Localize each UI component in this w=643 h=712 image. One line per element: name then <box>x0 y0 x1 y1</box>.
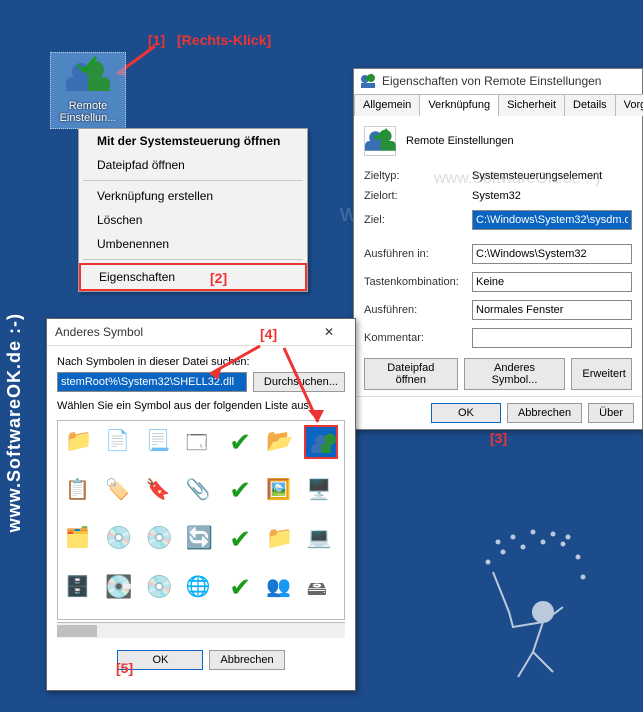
remote-settings-icon <box>364 126 396 156</box>
decorative-figure <box>413 522 613 692</box>
annotation-1: [1] [Rechts-Klick] <box>140 32 271 48</box>
properties-titlebar[interactable]: Eigenschaften von Remote Einstellungen <box>354 69 642 93</box>
ctx-properties[interactable]: Eigenschaften <box>79 263 307 291</box>
ctx-rename[interactable]: Umbenennen <box>79 232 307 256</box>
check-icon[interactable]: ✔ <box>223 425 257 459</box>
remote-settings-icon <box>66 57 110 97</box>
button-open-file-location[interactable]: Dateipfad öffnen <box>364 358 458 390</box>
input-comment[interactable] <box>472 328 632 348</box>
close-button[interactable]: ✕ <box>311 325 347 339</box>
check-icon[interactable]: ✔ <box>223 522 257 556</box>
annotation-5: [5] <box>116 660 133 676</box>
computer-icon[interactable]: 💻 <box>304 522 338 556</box>
tag-icon[interactable]: 🏷️ <box>102 474 136 508</box>
page-icon[interactable]: 📃 <box>143 425 177 459</box>
annotation-1-text: [Rechts-Klick] <box>177 32 271 48</box>
label-start-in: Ausführen in: <box>364 248 472 260</box>
drive-icon[interactable]: 🖴 <box>304 571 338 605</box>
annotation-1-num: [1] <box>148 32 165 48</box>
generic-icon[interactable]: 🗂️ <box>62 522 96 556</box>
label-hotkey: Tastenkombination: <box>364 276 472 288</box>
watermark-side: www.SoftwareOK.de :-) <box>4 313 25 532</box>
desktop-shortcut-icon[interactable]: Remote Einstellun... <box>50 52 126 129</box>
folder-icon[interactable]: 📁 <box>62 425 96 459</box>
input-icon-file-path[interactable] <box>57 372 247 392</box>
ctx-delete[interactable]: Löschen <box>79 208 307 232</box>
icon-grid[interactable]: 📁 📄 📃 🗔 ✔ 📂 📋 🏷️ 🔖 📎 ✔ 🖼️ 🖥️ 🗂️ 💿 💿 🔄 ✔ … <box>57 420 345 620</box>
ctx-separator-2 <box>83 259 303 260</box>
button-change-icon[interactable]: Anderes Symbol... <box>464 358 566 390</box>
disc-dark-icon[interactable]: 💽 <box>102 571 136 605</box>
button-apply[interactable]: Über <box>588 403 634 423</box>
label-target-type: Zieltyp: <box>364 170 472 182</box>
input-target[interactable] <box>472 210 632 230</box>
desktop-icon-label: Remote Einstellun... <box>53 100 123 124</box>
select-run[interactable] <box>472 300 632 320</box>
folder-add-icon[interactable]: 📁 <box>263 522 297 556</box>
disc-icon[interactable]: 💿 <box>143 571 177 605</box>
tag-icon[interactable]: 🔖 <box>143 474 177 508</box>
value-target-location: System32 <box>472 190 632 202</box>
refresh-icon[interactable]: 🔄 <box>183 522 217 556</box>
ctx-separator <box>83 180 303 181</box>
change-icon-dialog: Anderes Symbol ✕ Nach Symbolen in dieser… <box>46 318 356 691</box>
annotation-3: [3] <box>490 430 507 446</box>
ctx-open-file-location[interactable]: Dateipfad öffnen <box>79 153 307 177</box>
label-target: Ziel: <box>364 214 472 226</box>
properties-dialog: Eigenschaften von Remote Einstellungen A… <box>353 68 643 430</box>
check-icon[interactable]: ✔ <box>223 474 257 508</box>
button-ok[interactable]: OK <box>431 403 501 423</box>
properties-title: Eigenschaften von Remote Einstellungen <box>382 74 601 88</box>
check-icon[interactable]: ✔ <box>223 571 257 605</box>
monitor-icon[interactable]: 🖥️ <box>304 474 338 508</box>
generic-icon[interactable]: 📋 <box>62 474 96 508</box>
tab-security[interactable]: Sicherheit <box>498 94 565 116</box>
label-search-in-file: Nach Symbolen in dieser Datei suchen: <box>57 356 345 368</box>
properties-tabs: Allgemein Verknüpfung Sicherheit Details… <box>354 93 642 116</box>
button-cancel[interactable]: Abbrechen <box>209 650 284 670</box>
tab-general[interactable]: Allgemein <box>354 94 420 116</box>
tab-previous-versions[interactable]: Vorgängerver <box>615 94 643 116</box>
document-icon[interactable]: 📄 <box>102 425 136 459</box>
value-target-type: Systemsteuerungselement <box>472 170 632 182</box>
properties-header-name: Remote Einstellungen <box>406 135 514 147</box>
window-icon[interactable]: 🗔 <box>183 425 217 459</box>
context-menu: Mit der Systemsteuerung öffnen Dateipfad… <box>78 128 308 292</box>
tab-shortcut[interactable]: Verknüpfung <box>419 94 499 116</box>
folder-open-icon[interactable]: 📂 <box>263 425 297 459</box>
label-comment: Kommentar: <box>364 332 472 344</box>
label-choose-icon: Wählen Sie ein Symbol aus der folgenden … <box>57 400 345 412</box>
remote-settings-icon <box>360 73 376 89</box>
people-icon[interactable] <box>304 425 338 459</box>
generic-icon[interactable]: 🗄️ <box>62 571 96 605</box>
globe-icon[interactable]: 🌐 <box>183 571 217 605</box>
annotation-2: [2] <box>210 270 227 286</box>
icon-grid-scrollbar[interactable] <box>57 622 345 638</box>
button-browse[interactable]: Durchsuchen... <box>253 372 345 392</box>
input-start-in[interactable] <box>472 244 632 264</box>
users-icon[interactable]: 👥 <box>263 571 297 605</box>
picture-icon[interactable]: 🖼️ <box>263 474 297 508</box>
disc-icon[interactable]: 💿 <box>102 522 136 556</box>
annotation-4: [4] <box>260 326 277 342</box>
label-target-location: Zielort: <box>364 190 472 202</box>
button-advanced[interactable]: Erweitert <box>571 358 632 390</box>
label-run: Ausführen: <box>364 304 472 316</box>
ctx-open-control-panel[interactable]: Mit der Systemsteuerung öffnen <box>79 129 307 153</box>
input-hotkey[interactable] <box>472 272 632 292</box>
gear-icon[interactable]: 📎 <box>183 474 217 508</box>
button-cancel[interactable]: Abbrechen <box>507 403 582 423</box>
tab-details[interactable]: Details <box>564 94 616 116</box>
ctx-create-shortcut[interactable]: Verknüpfung erstellen <box>79 184 307 208</box>
disc-icon[interactable]: 💿 <box>143 522 177 556</box>
change-icon-title: Anderes Symbol <box>55 325 143 339</box>
